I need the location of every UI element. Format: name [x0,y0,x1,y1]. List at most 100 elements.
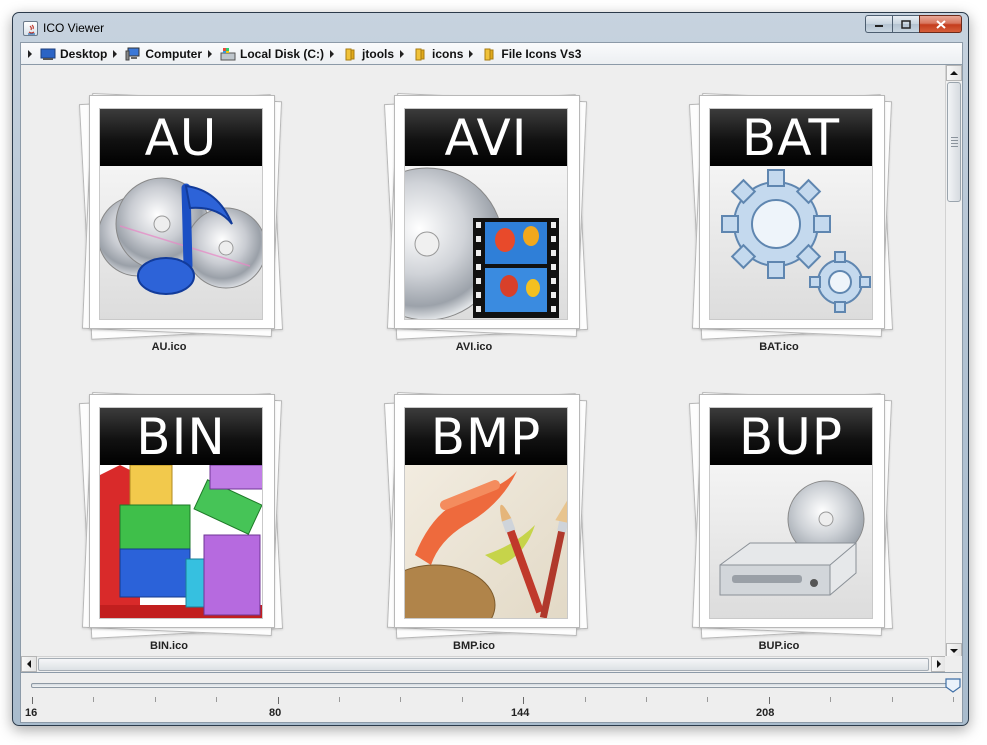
file-name: BMP.ico [453,640,495,652]
slider-tick [584,697,586,702]
slider-tick [400,697,402,702]
scroll-corner [945,656,962,672]
paint-brushes-icon [405,465,567,618]
slider-tick [830,697,832,702]
gears-icon [710,166,872,319]
file-tile-au[interactable]: AU AU.ico [59,79,284,359]
slider-tick [32,697,33,704]
file-type-banner: BAT [710,109,872,166]
maximize-icon [901,19,911,29]
scroll-up-button[interactable] [946,65,962,81]
scroll-left-button[interactable] [21,656,37,672]
file-type-banner: BMP [405,408,567,465]
file-tile-bup[interactable]: BUP BUP.ico [669,378,894,658]
java-app-icon [23,21,38,36]
icon-grid-panel: AU AU.ico AVI AVI.ico BAT BAT.ico BIN BI… [20,64,963,673]
file-tile-bmp[interactable]: BMP BMP.ico [364,378,589,658]
file-type-banner: AVI [405,109,567,166]
disk-icon [220,47,236,60]
file-name: AU.ico [151,341,187,353]
file-type-banner: BUP [710,408,872,465]
slider-tick [93,697,95,702]
video-cd-icon [405,166,567,319]
file-preview: BMP [383,391,589,639]
breadcrumb-local-disk[interactable]: Local Disk (C:) [216,44,328,64]
zoom-slider[interactable]: 16 80 144 208 [20,673,963,723]
chevron-right-icon[interactable] [330,49,335,58]
tick-label-208: 208 [756,707,775,719]
breadcrumb-label: Local Disk (C:) [240,46,325,61]
chevron-right-icon[interactable] [400,49,405,58]
folder-icon [484,48,494,60]
breadcrumb-label: Desktop [60,46,108,61]
slider-tick [339,697,340,702]
icon-grid: AU AU.ico AVI AVI.ico BAT BAT.ico BIN BI… [21,65,941,659]
minimize-icon [875,25,883,27]
vertical-scroll-thumb[interactable] [947,82,961,202]
file-preview: AU [78,92,284,340]
file-tile-bat[interactable]: BAT BAT.ico [669,79,894,359]
file-preview: BUP [688,391,894,639]
bar-blocks-icon [100,465,262,618]
horizontal-scrollbar[interactable] [21,656,947,672]
breadcrumb-label: Computer [145,46,203,61]
close-button[interactable] [919,15,962,33]
arrow-right-icon [937,660,941,668]
breadcrumb-icons[interactable]: icons [408,44,467,64]
breadcrumb-label: icons [432,46,464,61]
file-name: BAT.ico [759,341,799,353]
ico-viewer-window: ICO Viewer Desktop Computer Local Disk (… [12,12,969,726]
desktop-icon [40,48,56,60]
slider-tick [523,697,525,704]
slider-tick [646,697,647,702]
slider-tick [707,697,709,702]
slider-tick [216,697,218,702]
chevron-right-icon[interactable] [208,49,213,58]
folder-icon [345,48,355,60]
file-type-banner: BIN [100,408,262,465]
tick-label-16: 16 [25,707,38,719]
breadcrumb-jtools[interactable]: jtools [338,44,398,64]
horizontal-scroll-thumb[interactable] [38,658,929,671]
chevron-right-icon[interactable] [469,49,474,58]
tick-label-144: 144 [511,707,530,719]
breadcrumb-file-icons-vs3[interactable]: File Icons Vs3 [477,44,585,64]
chevron-right-icon[interactable] [113,49,118,58]
title-bar[interactable]: ICO Viewer [13,13,968,43]
breadcrumb-computer[interactable]: Computer [121,44,206,64]
vertical-scrollbar[interactable] [945,65,962,659]
slider-track[interactable] [31,683,953,688]
file-name: BUP.ico [758,640,800,652]
disc-drive-icon [710,465,872,618]
folder-icon [415,48,425,60]
arrow-down-icon [950,649,958,653]
file-name: AVI.ico [455,341,493,353]
breadcrumb: Desktop Computer Local Disk (C:) jtools … [20,42,963,64]
arrow-up-icon [950,71,958,75]
chevron-right-icon[interactable] [28,49,32,58]
file-preview: BAT [688,92,894,340]
file-preview: BIN [78,391,284,639]
file-name: BIN.ico [150,640,188,652]
computer-icon [125,47,140,60]
breadcrumb-label: jtools [362,46,395,61]
maximize-button[interactable] [892,15,919,33]
file-tile-bin[interactable]: BIN BIN.ico [59,378,284,658]
minimize-button[interactable] [865,15,892,33]
window-title: ICO Viewer [43,21,105,35]
arrow-left-icon [27,660,31,668]
slider-tick [461,697,463,702]
close-icon [935,19,946,29]
window-controls [865,15,962,33]
tick-label-80: 80 [269,707,282,719]
file-type-banner: AU [100,109,262,166]
slider-thumb[interactable] [945,678,961,693]
file-preview: AVI [383,92,589,340]
breadcrumb-desktop[interactable]: Desktop [36,44,111,64]
slider-tick [154,697,156,702]
slider-tick [768,697,770,704]
file-tile-avi[interactable]: AVI AVI.ico [364,79,589,359]
slider-tick [277,697,279,704]
breadcrumb-label: File Icons Vs3 [501,46,582,61]
slider-tick [953,697,954,702]
